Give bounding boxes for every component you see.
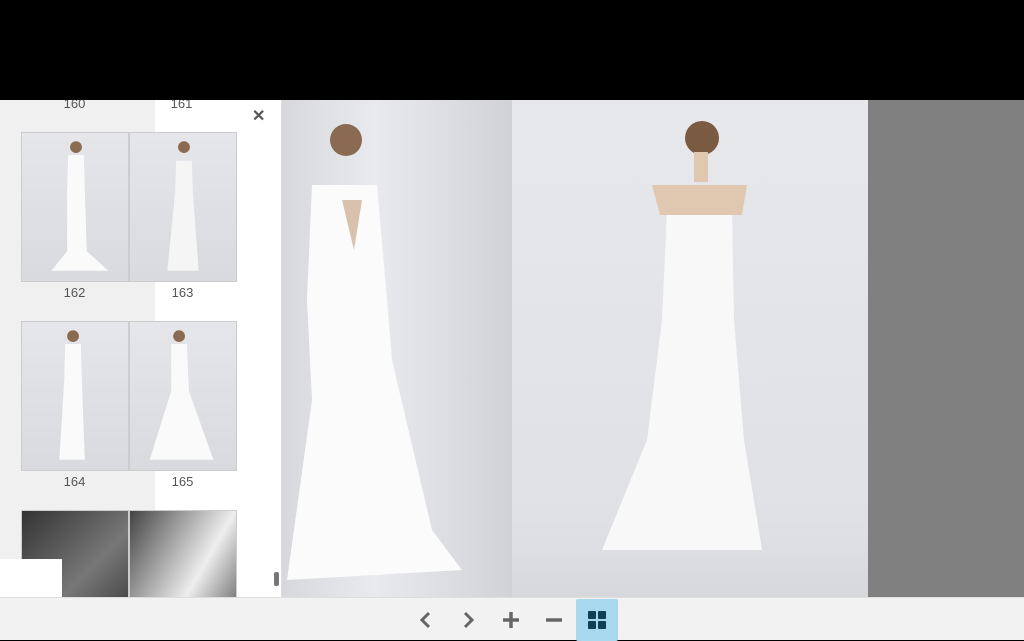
- zoom-out-icon: [546, 618, 562, 622]
- thumbnail-panel[interactable]: 160 161 ✕ 162 163 164 165: [0, 100, 282, 597]
- zoom-in-icon: [503, 612, 519, 628]
- overlay-patch: [0, 559, 62, 597]
- page-number: 165: [171, 474, 194, 489]
- page-number: 160: [63, 100, 86, 111]
- thumbnail-165[interactable]: [129, 321, 237, 471]
- zoom-out-button[interactable]: [534, 600, 574, 640]
- thumbnail-167[interactable]: [129, 510, 237, 597]
- left-page-photo: [282, 100, 512, 597]
- bottom-toolbar: [0, 597, 1024, 641]
- chevron-right-icon: [463, 611, 475, 629]
- thumbnail-162[interactable]: [21, 132, 129, 282]
- thumbnail-163[interactable]: [129, 132, 237, 282]
- zoom-in-button[interactable]: [491, 600, 531, 640]
- close-icon[interactable]: ✕: [252, 106, 265, 126]
- scrollbar[interactable]: [274, 572, 279, 586]
- thumbnail-grid-button[interactable]: [576, 599, 618, 641]
- top-black-bar: [0, 0, 1024, 100]
- grid-icon: [588, 611, 606, 629]
- right-page-photo: [512, 100, 868, 597]
- page-spread[interactable]: [282, 100, 868, 597]
- page-number: 162: [63, 285, 86, 300]
- page-number: 164: [63, 474, 86, 489]
- page-number: 161: [170, 100, 193, 111]
- next-page-button[interactable]: [448, 600, 488, 640]
- empty-area: [868, 100, 1024, 597]
- chevron-left-icon: [419, 611, 431, 629]
- page-number: 163: [171, 285, 194, 300]
- previous-page-button[interactable]: [406, 600, 446, 640]
- thumbnail-164[interactable]: [21, 321, 129, 471]
